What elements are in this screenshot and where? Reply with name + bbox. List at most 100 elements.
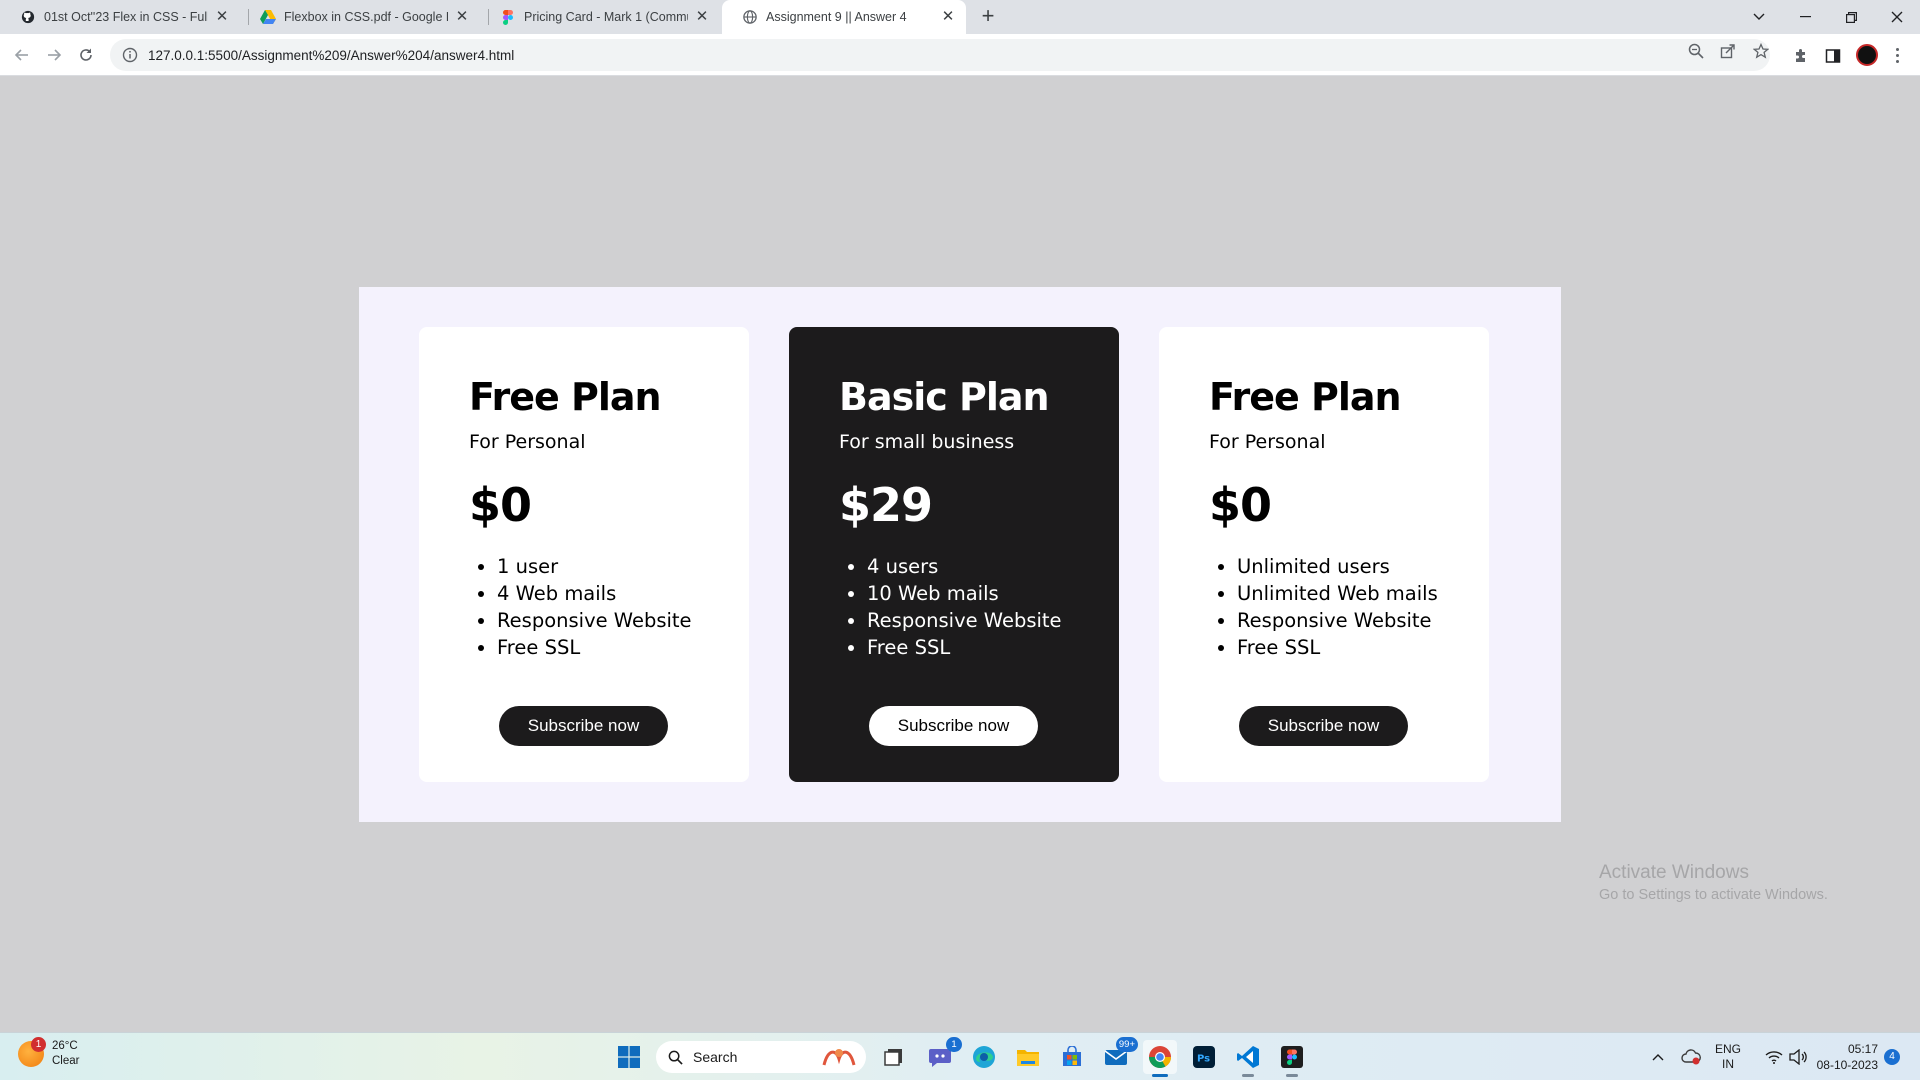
close-tab-icon[interactable]: ✕ xyxy=(214,9,230,25)
tab-strip: 01st Oct''23 Flex in CSS - Full Sta ✕ Fl… xyxy=(0,0,1920,34)
taskbar-search[interactable]: Search xyxy=(656,1041,866,1073)
close-tab-icon[interactable]: ✕ xyxy=(454,9,470,25)
plan-title: Free Plan xyxy=(1209,375,1402,419)
back-button[interactable] xyxy=(10,43,34,67)
watermark-title: Activate Windows xyxy=(1599,862,1749,883)
close-window-button[interactable] xyxy=(1874,0,1920,34)
weather-sun-icon: 1 xyxy=(18,1037,46,1067)
plan-subtitle: For Personal xyxy=(1209,431,1326,453)
subscribe-button[interactable]: Subscribe now xyxy=(1239,706,1408,746)
reload-icon xyxy=(80,48,92,61)
file-explorer-button[interactable] xyxy=(1011,1040,1045,1074)
tab-title: 01st Oct''23 Flex in CSS - Full Sta xyxy=(44,10,208,24)
feature-item: 4 users xyxy=(867,553,1119,580)
subscribe-button[interactable]: Subscribe now xyxy=(869,706,1038,746)
taskbar: 1 26°C Clear Search 1 99+ Ps ENG IN 05:1… xyxy=(0,1032,1920,1080)
running-app-indicator xyxy=(1242,1074,1254,1077)
reload-button[interactable] xyxy=(74,43,98,67)
feature-item: Free SSL xyxy=(867,634,1119,661)
folder-icon xyxy=(1017,1050,1039,1066)
task-view-button[interactable] xyxy=(877,1040,911,1074)
feature-item: 1 user xyxy=(497,553,749,580)
start-button[interactable] xyxy=(612,1040,646,1074)
minimize-icon xyxy=(1799,16,1811,18)
weather-widget[interactable]: 1 26°C Clear xyxy=(18,1037,79,1069)
watermark-subtitle: Go to Settings to activate Windows. xyxy=(1599,887,1828,903)
close-tab-icon[interactable]: ✕ xyxy=(940,9,956,25)
feature-list: 1 user 4 Web mails Responsive Website Fr… xyxy=(469,553,749,661)
figma-app-icon xyxy=(1281,1046,1303,1068)
tab-flex-in-css[interactable]: 01st Oct''23 Flex in CSS - Full Sta ✕ xyxy=(0,0,240,34)
feature-item: Responsive Website xyxy=(1237,607,1489,634)
wifi-icon xyxy=(1765,1051,1783,1064)
onedrive-tray-button[interactable] xyxy=(1678,1033,1704,1080)
globe-icon xyxy=(742,9,758,25)
mail-badge: 99+ xyxy=(1115,1037,1138,1052)
microsoft-store-button[interactable] xyxy=(1055,1040,1089,1074)
svg-text:Ps: Ps xyxy=(1197,1054,1210,1065)
vscode-button[interactable] xyxy=(1231,1040,1265,1077)
extensions-icon[interactable] xyxy=(1791,46,1811,66)
chevron-down-icon xyxy=(1753,13,1765,20)
language-indicator[interactable]: ENG IN xyxy=(1708,1033,1748,1080)
forward-button[interactable] xyxy=(42,43,66,67)
browser-menu-icon[interactable] xyxy=(1892,44,1902,66)
chevron-up-icon xyxy=(1652,1054,1664,1061)
feature-item: Free SSL xyxy=(497,634,749,661)
address-bar[interactable]: 127.0.0.1:5500/Assignment%209/Answer%204… xyxy=(110,39,1770,71)
feature-item: Unlimited users xyxy=(1237,553,1489,580)
photoshop-button[interactable]: Ps xyxy=(1187,1040,1221,1074)
weather-badge: 1 xyxy=(31,1037,46,1052)
cloud-error-icon xyxy=(1681,1049,1701,1065)
plan-subtitle: For Personal xyxy=(469,431,586,453)
edge-browser-icon xyxy=(973,1046,995,1068)
mail-button[interactable]: 99+ xyxy=(1099,1037,1138,1074)
feature-item: Responsive Website xyxy=(497,607,749,634)
edge-button[interactable] xyxy=(967,1040,1001,1074)
clock-date: 08-10-2023 xyxy=(1816,1058,1878,1072)
language-code: ENG xyxy=(1714,1042,1741,1056)
tab-assignment-9[interactable]: Assignment 9 || Answer 4 ✕ xyxy=(722,0,966,34)
feature-list: 4 users 10 Web mails Responsive Website … xyxy=(839,553,1119,661)
share-icon[interactable] xyxy=(1719,42,1737,60)
feature-item: Responsive Website xyxy=(867,607,1119,634)
plan-price: $0 xyxy=(1209,478,1272,532)
restore-icon xyxy=(1845,11,1857,23)
feature-item: Unlimited Web mails xyxy=(1237,580,1489,607)
chrome-icon xyxy=(1149,1046,1171,1068)
new-tab-button[interactable]: + xyxy=(975,4,1001,30)
profile-avatar[interactable] xyxy=(1856,44,1878,66)
arrow-left-icon xyxy=(14,49,28,61)
active-app-indicator xyxy=(1152,1074,1168,1077)
feature-list: Unlimited users Unlimited Web mails Resp… xyxy=(1209,553,1489,661)
close-tab-icon[interactable]: ✕ xyxy=(694,9,710,25)
restore-button[interactable] xyxy=(1828,0,1874,34)
volume-icon xyxy=(1789,1049,1807,1065)
tab-title: Pricing Card - Mark 1 (Communi xyxy=(524,10,688,24)
plan-price: $29 xyxy=(839,478,933,532)
subscribe-button[interactable]: Subscribe now xyxy=(499,706,668,746)
search-placeholder: Search xyxy=(693,1049,738,1065)
tab-pricing-card[interactable]: Pricing Card - Mark 1 (Communi ✕ xyxy=(480,0,720,34)
search-icon xyxy=(668,1050,683,1065)
figma-button[interactable] xyxy=(1275,1040,1309,1077)
tab-flexbox-pdf[interactable]: Flexbox in CSS.pdf - Google Driv ✕ xyxy=(240,0,480,34)
tab-search-button[interactable] xyxy=(1736,0,1782,34)
url-text[interactable]: 127.0.0.1:5500/Assignment%209/Answer%204… xyxy=(148,48,514,63)
notification-badge[interactable]: 4 xyxy=(1884,1049,1900,1065)
clock[interactable]: 05:17 08-10-2023 xyxy=(1808,1033,1878,1080)
plan-title: Free Plan xyxy=(469,375,662,419)
activate-windows-watermark: Activate Windows Go to Settings to activ… xyxy=(1599,862,1828,903)
running-app-indicator xyxy=(1286,1074,1298,1077)
chrome-button[interactable] xyxy=(1143,1040,1177,1077)
bookmark-star-icon[interactable] xyxy=(1752,42,1770,60)
minimize-button[interactable] xyxy=(1782,0,1828,34)
info-icon[interactable] xyxy=(122,47,138,63)
feature-item: 10 Web mails xyxy=(867,580,1119,607)
teams-button[interactable]: 1 xyxy=(923,1037,962,1074)
clock-time: 05:17 xyxy=(1847,1042,1878,1056)
show-hidden-icons-button[interactable] xyxy=(1646,1033,1670,1080)
side-panel-icon[interactable] xyxy=(1823,46,1843,66)
zoom-icon[interactable] xyxy=(1687,42,1705,60)
arrow-right-icon xyxy=(48,49,62,61)
